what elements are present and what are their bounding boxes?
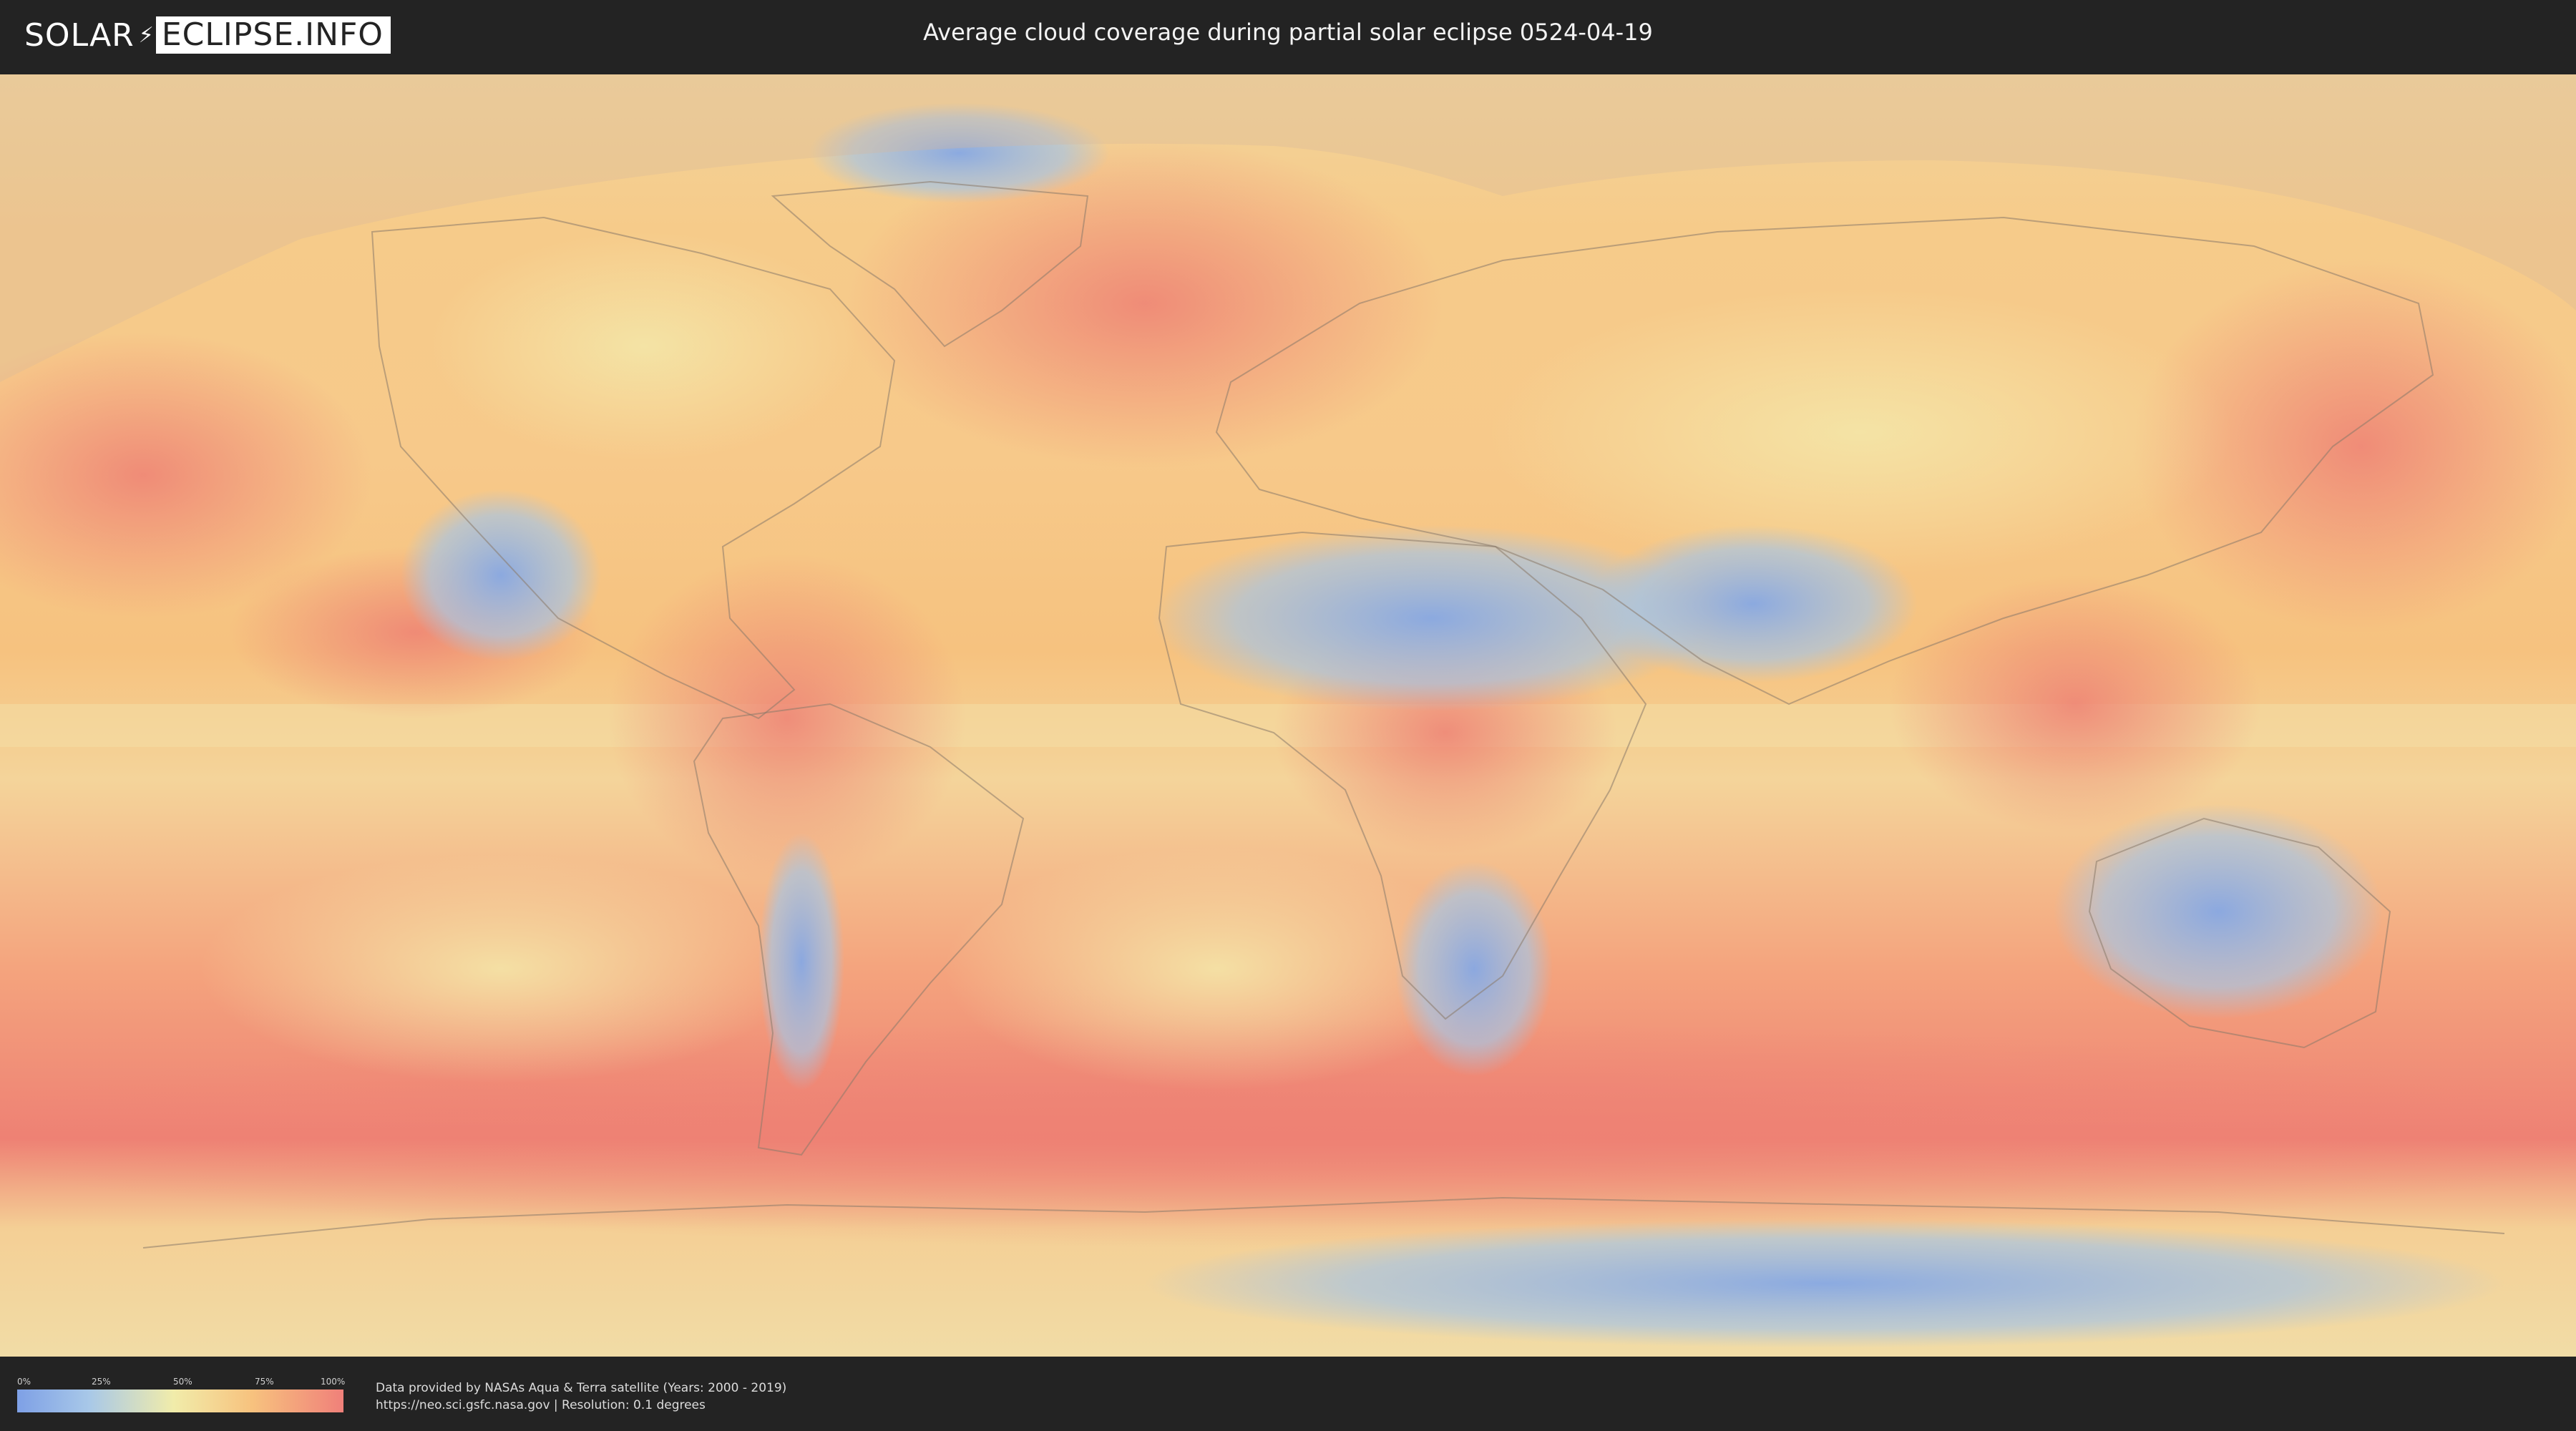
page-title: Average cloud coverage during partial so… <box>923 19 1653 46</box>
legend-tick-75: 75% <box>255 1377 274 1387</box>
legend-tick-50: 50% <box>173 1377 192 1387</box>
legend-tick-0: 0% <box>17 1377 31 1387</box>
legend-tick-100: 100% <box>321 1377 346 1387</box>
data-credits: Data provided by NASAs Aqua & Terra sate… <box>376 1379 786 1414</box>
header-bar: SOLAR ⚡ ECLIPSE.INFO Average cloud cover… <box>0 0 2576 74</box>
cloud-coverage-legend: 0% 25% 50% 75% 100% <box>17 1377 346 1412</box>
legend-tick-25: 25% <box>92 1377 111 1387</box>
cloud-coverage-map[interactable] <box>0 74 2576 1357</box>
credit-line-source: Data provided by NASAs Aqua & Terra sate… <box>376 1381 787 1395</box>
credit-line-url[interactable]: https://neo.sci.gsfc.nasa.gov | Resoluti… <box>376 1397 786 1414</box>
legend-color-bar <box>17 1390 343 1412</box>
footer-bar: 0% 25% 50% 75% 100% Data provided by NAS… <box>0 1357 2576 1431</box>
